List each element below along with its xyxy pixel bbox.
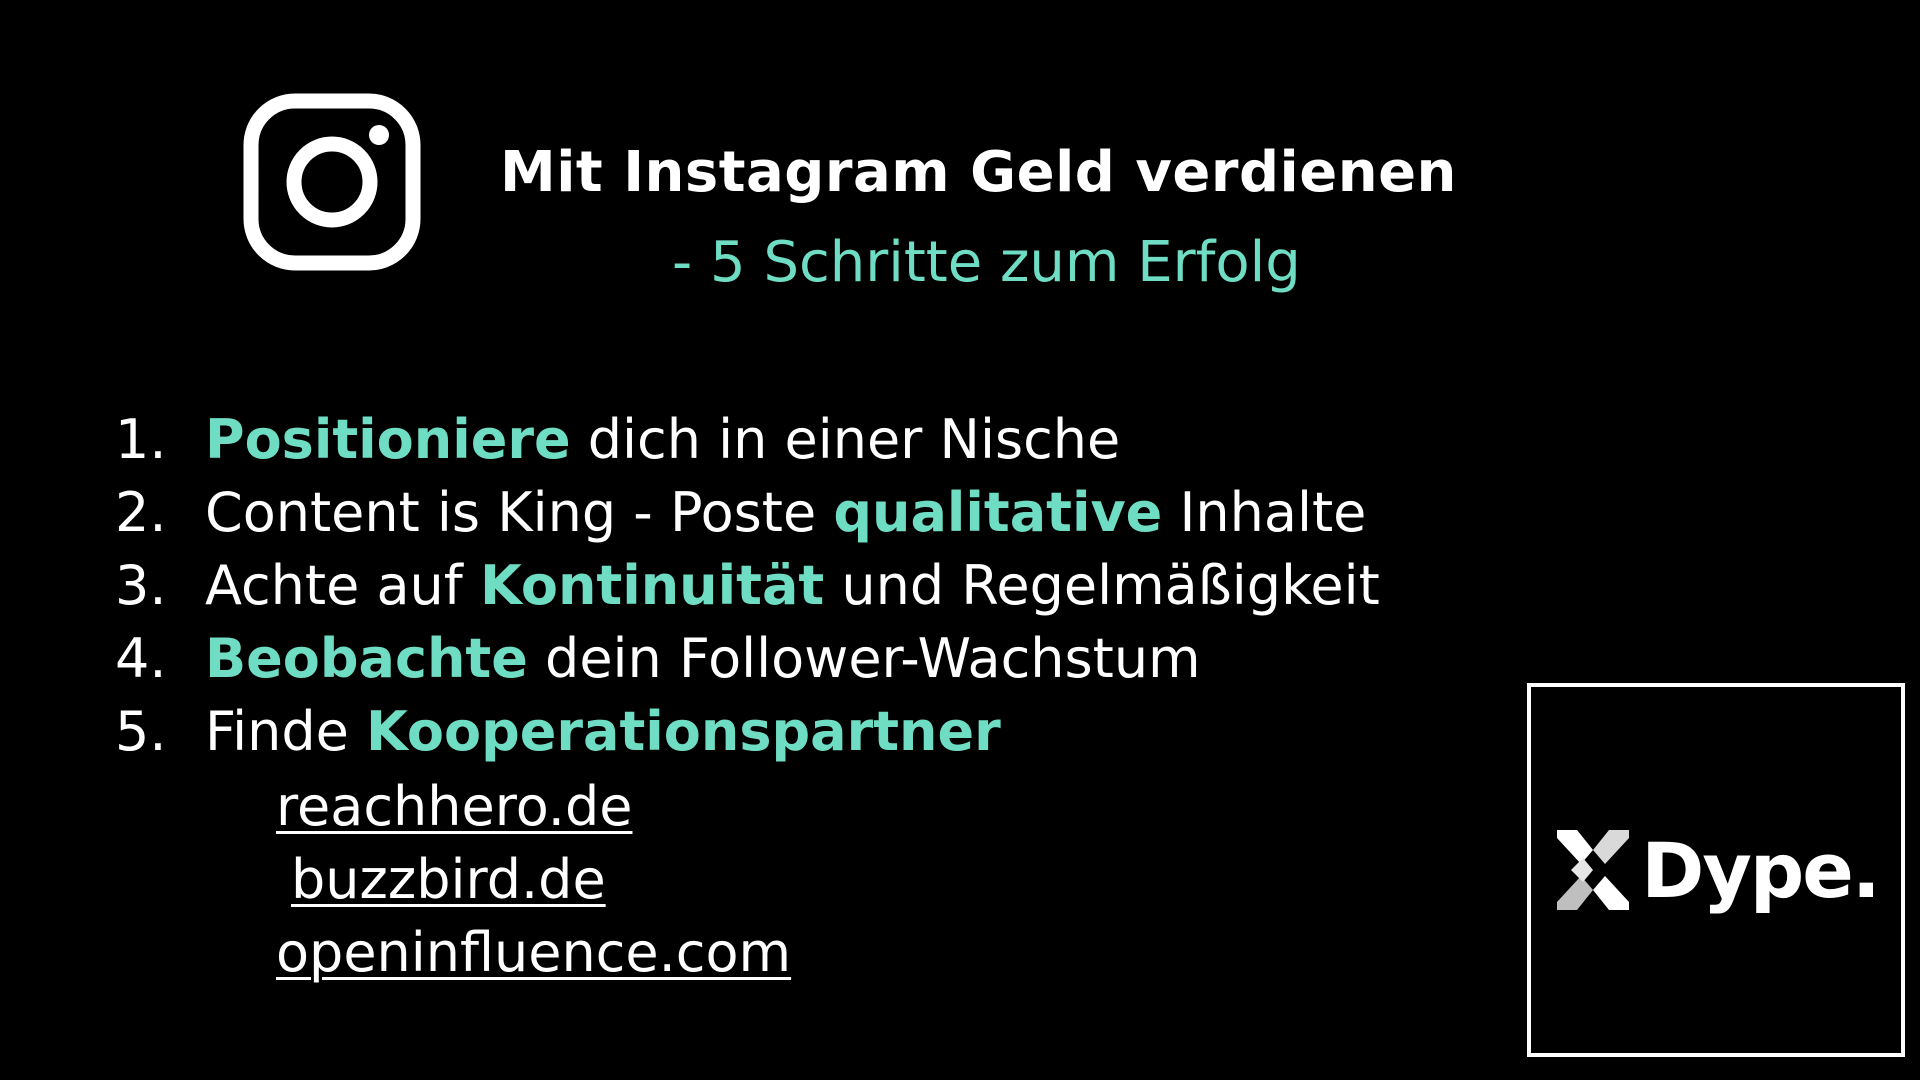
step-number: 4. xyxy=(115,627,167,690)
step-text: Positioniere dich in einer Nische xyxy=(205,408,1121,471)
step-number: 3. xyxy=(115,554,167,617)
step-text: Beobachte dein Follower-Wachstum xyxy=(205,627,1201,690)
partner-links: reachhero.de buzzbird.de openinfluence.c… xyxy=(276,770,791,989)
brand-name: Dype. xyxy=(1641,825,1880,915)
brand-logo-box: Dype. xyxy=(1527,683,1905,1057)
step-text: Finde Kooperationspartner xyxy=(205,700,1001,763)
step-item: 3. Achte auf Kontinuität und Regelmäßigk… xyxy=(115,549,1380,622)
step-number: 5. xyxy=(115,700,167,763)
dype-logo-icon xyxy=(1557,830,1630,910)
step-text: Content is King - Poste qualitative Inha… xyxy=(205,481,1367,544)
page-title: Mit Instagram Geld verdienen xyxy=(500,140,1457,205)
step-item: 1. Positioniere dich in einer Nische xyxy=(115,403,1380,476)
step-item: 4. Beobachte dein Follower-Wachstum xyxy=(115,622,1380,695)
link-reachhero[interactable]: reachhero.de xyxy=(276,770,791,843)
instagram-icon xyxy=(243,93,421,271)
step-highlight: qualitative xyxy=(833,481,1163,544)
step-highlight: Positioniere xyxy=(205,408,571,471)
step-highlight: Beobachte xyxy=(205,627,528,690)
step-item: 5. Finde Kooperationspartner xyxy=(115,695,1380,768)
step-text: Achte auf Kontinuität und Regelmäßigkeit xyxy=(205,554,1380,617)
step-highlight: Kontinuität xyxy=(479,554,825,617)
step-highlight: Kooperationspartner xyxy=(366,700,1001,763)
step-number: 1. xyxy=(115,408,167,471)
page-subtitle: - 5 Schritte zum Erfolg xyxy=(672,230,1301,295)
link-openinfluence[interactable]: openinfluence.com xyxy=(276,916,791,989)
brand-logo: Dype. xyxy=(1553,825,1881,915)
steps-list: 1. Positioniere dich in einer Nische 2. … xyxy=(115,403,1380,768)
step-number: 2. xyxy=(115,481,167,544)
step-item: 2. Content is King - Poste qualitative I… xyxy=(115,476,1380,549)
link-buzzbird[interactable]: buzzbird.de xyxy=(291,843,791,916)
